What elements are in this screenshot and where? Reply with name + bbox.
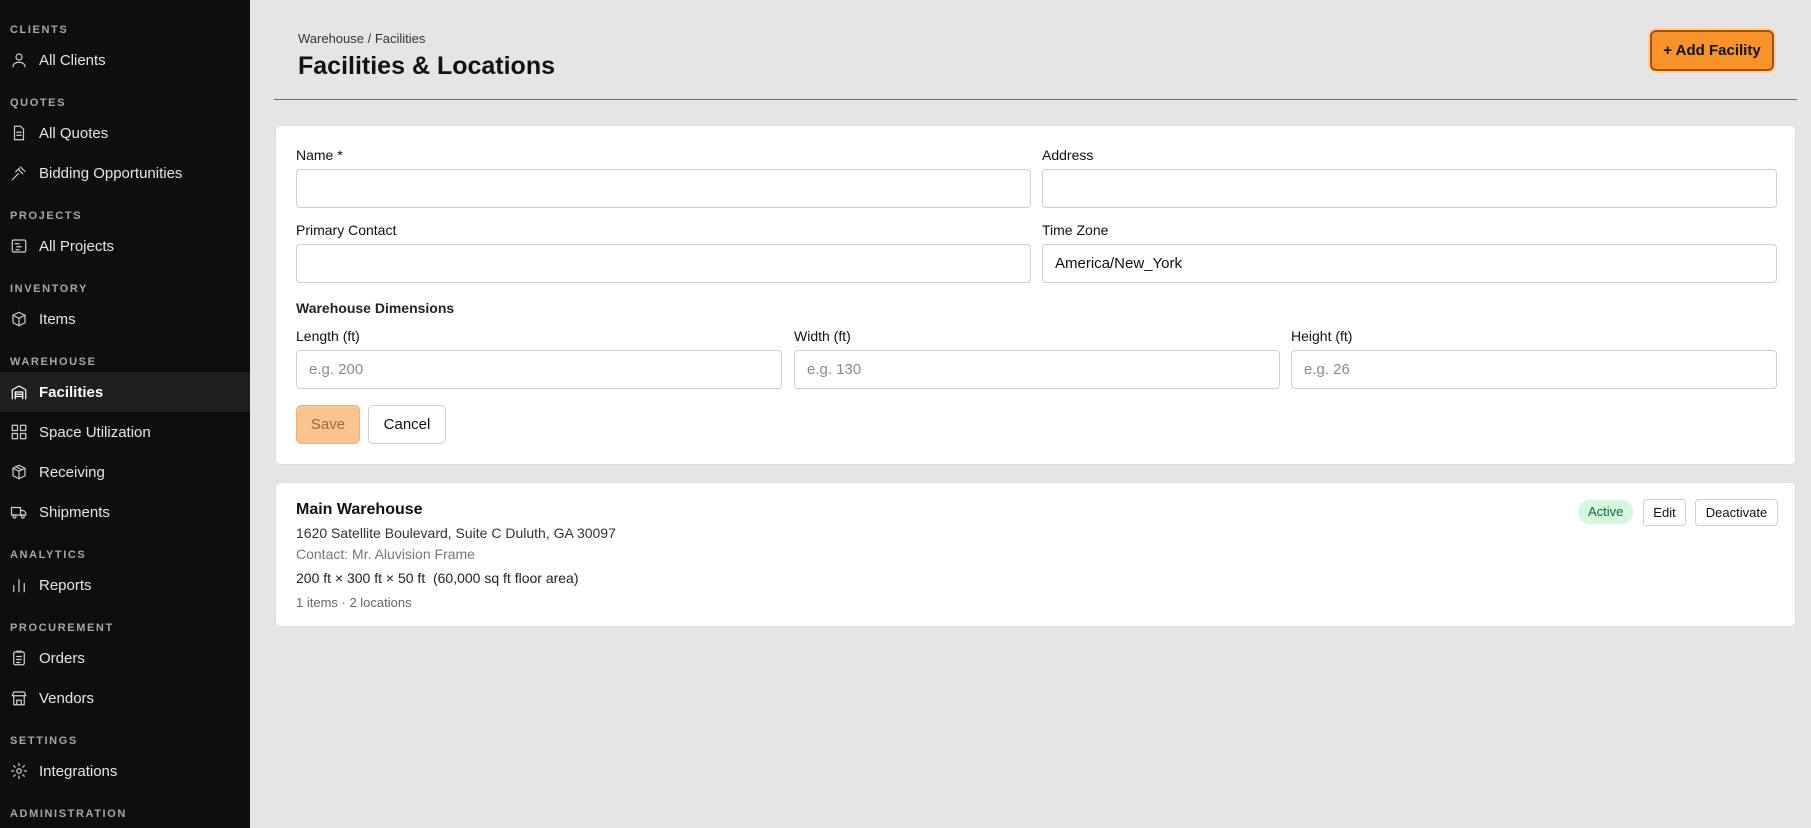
sidebar-item-label: Receiving: [39, 463, 105, 481]
facility-address: 1620 Satellite Boulevard, Suite C Duluth…: [296, 525, 616, 541]
name-label: Name *: [296, 147, 343, 163]
section-label-analytics: ANALYTICS: [10, 549, 87, 561]
sidebar-item-label: All Clients: [39, 51, 106, 69]
facility-meta: 1 items · 2 locations: [296, 595, 412, 610]
warehouse-dimensions-heading: Warehouse Dimensions: [296, 300, 455, 316]
section-label-procurement: PROCUREMENT: [10, 622, 114, 634]
section-label-clients: CLIENTS: [10, 24, 69, 36]
gear-icon: [10, 762, 28, 780]
width-input[interactable]: [794, 350, 1280, 389]
sidebar-item-label: Vendors: [39, 689, 95, 707]
address-input[interactable]: [1042, 169, 1777, 208]
sidebar-item-bidding-opportunities[interactable]: Bidding Opportunities: [0, 153, 250, 193]
add-facility-button[interactable]: + Add Facility: [1650, 30, 1774, 71]
cancel-button[interactable]: Cancel: [368, 405, 446, 444]
gantt-icon: [11, 239, 27, 253]
primary-contact-input[interactable]: [296, 244, 1031, 283]
width-label: Width (ft): [794, 328, 851, 344]
section-label-inventory: INVENTORY: [10, 283, 88, 295]
truck-icon: [10, 506, 27, 519]
grid-icon: [11, 424, 27, 440]
document-icon: [13, 125, 25, 141]
save-button[interactable]: Save: [296, 405, 360, 444]
facility-form: Name * Address Primary Contact Time Zone…: [275, 125, 1796, 465]
sidebar-item-label: Items: [39, 310, 76, 328]
address-label: Address: [1042, 147, 1094, 163]
header-divider: [274, 99, 1797, 100]
status-badge: Active: [1578, 500, 1634, 524]
box-icon: [12, 311, 26, 327]
gavel-icon: [11, 166, 26, 181]
sidebar-item-label: Shipments: [39, 503, 110, 521]
warehouse-icon: [11, 385, 27, 400]
section-label-administration: ADMINISTRATION: [10, 808, 127, 820]
sidebar-item-label: Integrations: [39, 762, 118, 780]
name-input[interactable]: [296, 169, 1031, 208]
sidebar-item-orders[interactable]: Orders: [0, 638, 250, 678]
package-icon: [12, 464, 26, 480]
user-icon: [12, 53, 26, 68]
bar-chart-icon: [13, 579, 25, 593]
height-label: Height (ft): [1291, 328, 1353, 344]
section-label-quotes: QUOTES: [10, 97, 67, 109]
sidebar: CLIENTS All Clients QUOTES All Quotes Bi…: [0, 0, 250, 828]
deactivate-button[interactable]: Deactivate: [1695, 499, 1778, 526]
time-zone-label: Time Zone: [1042, 222, 1109, 238]
clipboard-icon: [13, 650, 25, 666]
facility-card: Main Warehouse 1620 Satellite Boulevard,…: [275, 482, 1796, 627]
sidebar-item-all-clients[interactable]: All Clients: [0, 40, 250, 80]
sidebar-item-label: Space Utilization: [39, 423, 151, 441]
edit-button[interactable]: Edit: [1643, 499, 1686, 526]
breadcrumb: Warehouse / Facilities: [298, 31, 426, 46]
facility-dimensions: 200 ft × 300 ft × 50 ft (60,000 sq ft fl…: [296, 570, 579, 586]
page-title: Facilities & Locations: [298, 52, 556, 80]
sidebar-item-facilities[interactable]: Facilities: [0, 372, 250, 412]
sidebar-item-label: All Quotes: [39, 124, 109, 142]
store-icon: [11, 691, 27, 706]
sidebar-item-label: Bidding Opportunities: [39, 164, 183, 182]
sidebar-item-label: Facilities: [39, 383, 104, 401]
sidebar-item-integrations[interactable]: Integrations: [0, 751, 250, 791]
length-label: Length (ft): [296, 328, 360, 344]
sidebar-item-shipments[interactable]: Shipments: [0, 492, 250, 532]
facility-name: Main Warehouse: [296, 501, 423, 518]
section-label-projects: PROJECTS: [10, 210, 83, 222]
time-zone-input[interactable]: [1042, 244, 1777, 283]
section-label-settings: SETTINGS: [10, 735, 78, 747]
facility-contact: Contact: Mr. Aluvision Frame: [296, 546, 475, 562]
sidebar-item-reports[interactable]: Reports: [0, 565, 250, 605]
sidebar-item-space-utilization[interactable]: Space Utilization: [0, 412, 250, 452]
sidebar-item-label: Reports: [39, 576, 92, 594]
sidebar-item-label: Orders: [39, 649, 85, 667]
sidebar-item-receiving[interactable]: Receiving: [0, 452, 250, 492]
sidebar-item-all-quotes[interactable]: All Quotes: [0, 113, 250, 153]
section-label-warehouse: WAREHOUSE: [10, 356, 97, 368]
length-input[interactable]: [296, 350, 782, 389]
height-input[interactable]: [1291, 350, 1777, 389]
sidebar-item-vendors[interactable]: Vendors: [0, 678, 250, 718]
sidebar-item-items[interactable]: Items: [0, 299, 250, 339]
sidebar-item-all-projects[interactable]: All Projects: [0, 226, 250, 266]
sidebar-item-label: All Projects: [39, 237, 115, 255]
primary-contact-label: Primary Contact: [296, 222, 397, 238]
